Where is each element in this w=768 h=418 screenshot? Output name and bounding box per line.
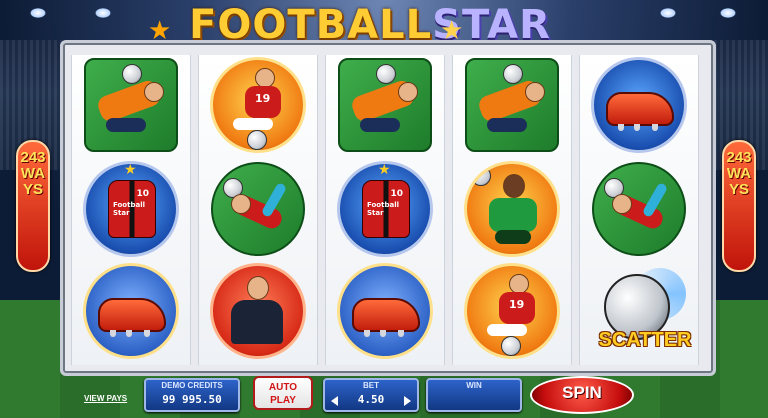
reel-3: ★ 10 Football Star [325,55,445,365]
coach-body [231,300,283,344]
ways-panel-right: 243WAYS [722,140,756,272]
symbol-bicycle-kick [208,161,308,257]
red-shirt: 10 Football Star [108,180,156,238]
ways-panel-left: 243WAYS [16,140,50,272]
football-icon [503,64,523,84]
win-panel: WIN [426,378,522,412]
symbol-shirt: ★ 10 Football Star [335,161,435,257]
ways-text: 243WAYS [20,149,46,198]
star-icon: ★ [124,162,137,178]
shirt-symbol: ★ 10 Football Star [83,161,179,257]
reel-4: 19 [452,55,572,365]
shirt-number: 10 [136,189,149,199]
defender-symbol [464,161,560,257]
shirt-number: 10 [390,189,403,199]
floodlight-icon [95,8,111,18]
scatter-label: SCATTER [598,329,692,351]
floodlight-icon [30,8,46,18]
shirt-symbol: ★ 10 Football Star [337,161,433,257]
symbol-striker: 19 [462,263,562,359]
floodlight-icon [660,8,676,18]
autoplay-line2: PLAY [270,395,296,406]
spin-button[interactable]: SPIN [530,376,634,414]
floodlight-icon [720,8,736,18]
symbol-goalkeeper [462,57,562,153]
player-head [255,68,275,88]
striker-body: 19 [499,292,535,324]
symbol-boot [335,263,435,359]
demo-credits-value: 99 995.50 [162,393,222,406]
goalkeeper-symbol [338,58,432,152]
player-head [231,194,251,214]
goalkeeper-symbol [84,58,178,152]
boot-icon [98,298,166,337]
ways-text: 243WAYS [726,149,752,198]
control-bar: VIEW PAYS DEMO CREDITS 99 995.50 AUTO PL… [0,374,768,418]
goalkeeper-legs [360,118,400,132]
shirt-text: Football Star [367,201,399,217]
player-head [525,82,545,102]
football-icon [376,64,396,84]
goalkeeper-legs [487,118,527,132]
win-label: WIN [466,381,482,390]
player-head [398,82,418,102]
demo-credits-panel: DEMO CREDITS 99 995.50 [144,378,240,412]
reel-2: 19 [198,55,318,365]
game-stage: ★ FOOTBALLSTAR ★ 243WAYS 243WAYS ★ 10 Fo… [0,0,768,418]
view-pays-link[interactable]: VIEW PAYS [84,394,127,403]
star-icon: ★ [378,162,391,178]
symbol-boot [81,263,181,359]
striker-body: 19 [245,86,281,118]
coach-head [247,276,269,300]
bicycle-kick-symbol [211,162,305,256]
bicycle-kick-symbol [592,162,686,256]
reels-frame: ★ 10 Football Star 19 ★ 10 Football Star… [60,40,716,376]
bet-decrease-icon[interactable] [331,396,338,406]
striker-shorts [487,324,527,336]
red-shirt: 10 Football Star [362,180,410,238]
boot-symbol [83,263,179,359]
scatter-symbol: SCATTER [594,266,691,356]
player-head [509,274,529,294]
player-head [612,194,632,214]
symbol-coach [208,263,308,359]
striker-number: 19 [509,298,525,311]
coach-symbol [210,263,306,359]
demo-credits-label: DEMO CREDITS [161,381,223,390]
shirt-text: Football Star [113,201,145,217]
symbol-boot [589,57,689,153]
autoplay-button[interactable]: AUTO PLAY [253,376,313,410]
striker-symbol: 19 [464,263,560,359]
striker-number: 19 [255,92,271,105]
reel-1: ★ 10 Football Star [71,55,191,365]
boot-icon [606,92,674,131]
bet-panel: BET 4.50 [323,378,419,412]
boot-icon [352,298,420,337]
football-icon [471,166,491,186]
player-head [503,174,525,198]
symbol-goalkeeper [335,57,435,153]
symbol-defender [462,161,562,257]
bet-label: BET [363,381,379,390]
striker-symbol: 19 [210,57,306,153]
boot-symbol [337,263,433,359]
football-icon [122,64,142,84]
reel-5: SCATTER [579,55,699,365]
striker-shorts [233,118,273,130]
symbol-striker: 19 [208,57,308,153]
symbol-bicycle-kick [589,161,689,257]
player-head [144,82,164,102]
boot-symbol [591,57,687,153]
football-icon [247,130,267,150]
football-icon [501,336,521,356]
defender-shorts [495,230,531,244]
bet-increase-icon[interactable] [404,396,411,406]
symbol-scatter: SCATTER [589,263,691,359]
symbol-shirt: ★ 10 Football Star [81,161,181,257]
symbol-goalkeeper [81,57,181,153]
goalkeeper-legs [106,118,146,132]
goalkeeper-symbol [465,58,559,152]
defender-body [489,198,537,232]
autoplay-line1: AUTO [268,382,298,393]
